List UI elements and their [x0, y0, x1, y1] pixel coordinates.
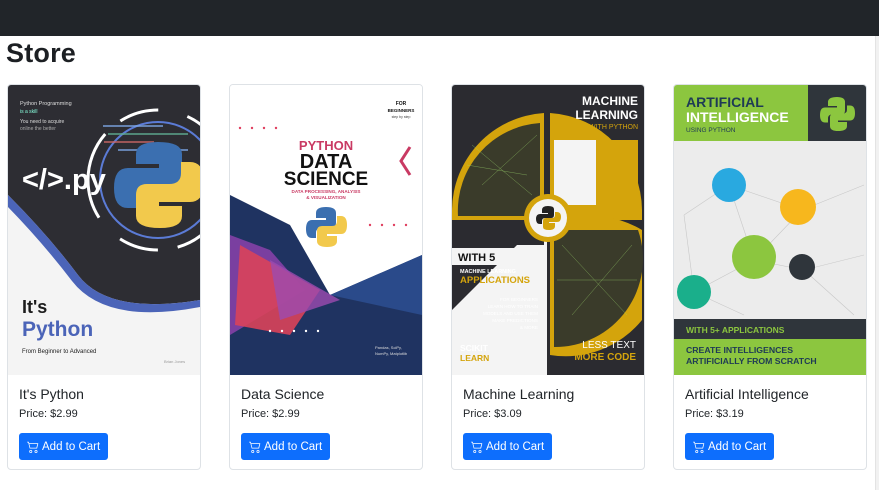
cover-author: Brian Jones	[164, 359, 185, 364]
product-price: Price: $3.19	[685, 408, 744, 420]
cover-title-3: WITH PYTHON	[589, 124, 638, 131]
add-to-cart-label: Add to Cart	[708, 440, 767, 453]
cart-icon	[471, 441, 483, 453]
cover-title-3: USING PYTHON	[686, 127, 736, 134]
cover-less-text: LESS TEXT	[582, 340, 636, 351]
cover-desc-5: & MORE	[520, 325, 538, 330]
cover-create-2: ARTIFICIALLY FROM SCRATCH	[686, 356, 817, 366]
product-price: Price: $2.99	[241, 408, 300, 420]
cover-create-1: CREATE INTELLIGENCES	[686, 345, 793, 355]
cover-line-4: online the better	[20, 126, 56, 132]
product-price: Price: $3.09	[463, 408, 522, 420]
cover-title-1: It's	[22, 297, 47, 317]
add-to-cart-label: Add to Cart	[42, 440, 101, 453]
add-to-cart-button[interactable]: Add to Cart	[241, 433, 331, 460]
cover-learn: LEARN	[460, 353, 489, 363]
cover-badge-1: FOR	[396, 101, 407, 107]
product-title: It's Python	[19, 386, 84, 402]
product-card-its-python: Python Programming is a skill You need t…	[7, 84, 201, 470]
cover-line-3: You need to acquire	[20, 119, 65, 125]
add-to-cart-label: Add to Cart	[264, 440, 323, 453]
cover-desc-4: MAKE PREDICTIONS	[492, 318, 538, 323]
cover-with-5: WITH 5	[458, 252, 495, 264]
product-card-data-science: FOR BEGINNERS step by step PYTHON DATA S…	[229, 84, 423, 470]
cover-badge-3: step by step	[392, 115, 411, 119]
cover-apps-label: APPLICATIONS	[460, 275, 530, 286]
top-navbar	[0, 0, 879, 36]
book-cover-image[interactable]: Python Programming is a skill You need t…	[8, 85, 200, 375]
product-title: Machine Learning	[463, 386, 575, 402]
vertical-scrollbar[interactable]	[875, 36, 879, 490]
cover-scikit: SCIKIT	[460, 343, 489, 353]
cover-badge-2: BEGINNERS	[388, 108, 415, 113]
cover-subtitle: From Beginner to Advanced	[22, 349, 96, 355]
book-cover-image[interactable]: FOR BEGINNERS step by step PYTHON DATA S…	[230, 85, 422, 375]
book-cover-image[interactable]: MACHINE LEARNING WITH PYTHON WITH 5 MACH…	[452, 85, 644, 375]
cover-title-1: ARTIFICIAL	[686, 94, 764, 110]
cover-title-1: MACHINE	[582, 94, 638, 108]
cover-line-2: is a skill	[20, 109, 38, 115]
product-card-machine-learning: MACHINE LEARNING WITH PYTHON WITH 5 MACH…	[451, 84, 645, 470]
cover-title-3: SCIENCE	[284, 169, 368, 190]
cart-icon	[27, 441, 39, 453]
cover-title-2: Python	[22, 318, 93, 341]
cart-icon	[693, 441, 705, 453]
book-cover-image[interactable]: ARTIFICIAL INTELLIGENCE USING PYTHON WIT…	[674, 85, 866, 375]
cover-libs-1: Pandas, SciPy,	[375, 345, 402, 350]
cover-with-apps: WITH 5+ APPLICATIONS	[686, 325, 785, 335]
product-card-artificial-intelligence: ARTIFICIAL INTELLIGENCE USING PYTHON WIT…	[673, 84, 867, 470]
cover-desc-2: LEARN HOW TO TRAIN	[488, 304, 538, 309]
cover-title-2: INTELLIGENCE	[686, 109, 789, 125]
page-title: Store	[6, 38, 77, 68]
cover-desc-3: MODELS AND USE THEM	[483, 311, 538, 316]
cover-desc-1: FOR BEGINNERS	[500, 297, 538, 302]
add-to-cart-button[interactable]: Add to Cart	[685, 433, 775, 460]
cover-line-1: Python Programming	[20, 101, 72, 107]
add-to-cart-button[interactable]: Add to Cart	[19, 433, 109, 460]
cover-subtitle-2: & VISUALIZATION	[306, 195, 346, 200]
cover-more-code: MORE CODE	[574, 352, 636, 363]
cover-subtitle-1: DATA PROCESSING, ANALYSIS	[292, 189, 361, 194]
cover-libs-2: NumPy, Matplotlib	[375, 351, 408, 356]
product-price: Price: $2.99	[19, 408, 78, 420]
cover-title-2: LEARNING	[575, 108, 638, 122]
product-title: Data Science	[241, 386, 325, 402]
cover-code-text: </>.py	[22, 164, 106, 196]
cart-icon	[249, 441, 261, 453]
add-to-cart-button[interactable]: Add to Cart	[463, 433, 553, 460]
add-to-cart-label: Add to Cart	[486, 440, 545, 453]
product-title: Artificial Intelligence	[685, 386, 809, 402]
